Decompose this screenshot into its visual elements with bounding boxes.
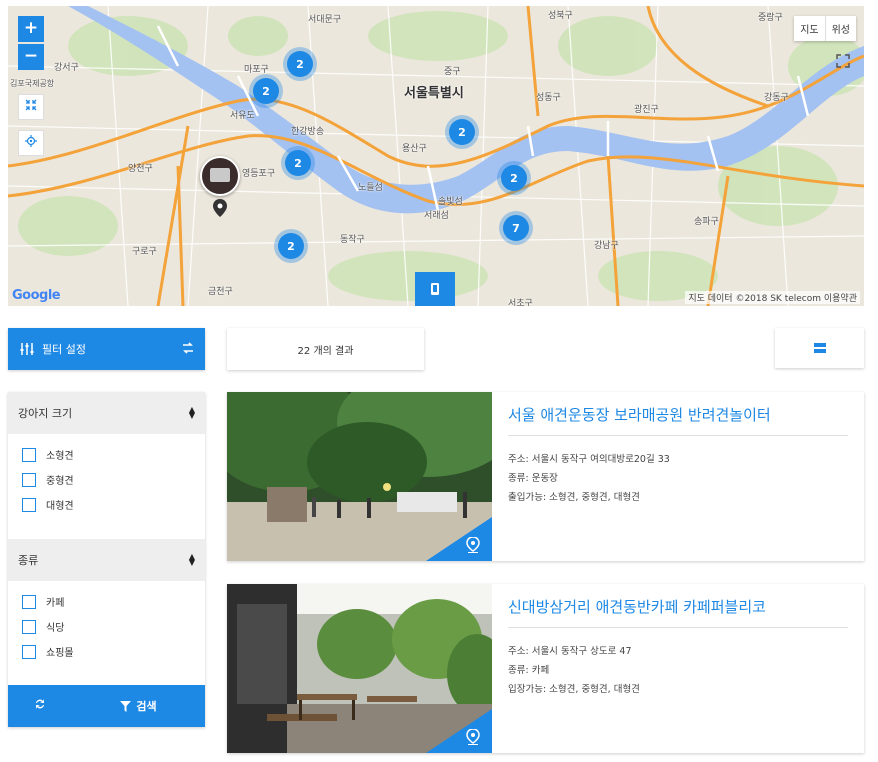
location-pin-icon[interactable] (466, 537, 480, 553)
result-card[interactable]: 서울 애견운동장 보라매공원 반려견놀이터 주소: 서울시 동작구 여의대방로2… (227, 392, 864, 561)
checkbox-icon[interactable] (22, 594, 36, 609)
map-label: 서대문구 (308, 15, 342, 25)
result-count: 22 개의 결과 (227, 328, 424, 370)
map-label: 강서구 (54, 63, 79, 73)
map-label: 노들섬 (358, 183, 383, 193)
map-label: 중랑구 (758, 13, 783, 23)
map-label: 중구 (444, 67, 461, 77)
map-label: 서유도 (230, 111, 255, 121)
map-label: 광진구 (634, 105, 659, 115)
card-access: 출입가능: 소형견, 중형견, 대형견 (508, 492, 640, 503)
card-thumbnail[interactable] (227, 584, 492, 753)
map-background (8, 6, 864, 306)
map-pin-icon[interactable] (213, 199, 227, 217)
map-cluster[interactable]: 2 (445, 115, 479, 149)
filter-funnel-icon (120, 700, 132, 712)
map-label: 성동구 (536, 93, 561, 103)
card-corner-badge (426, 709, 492, 753)
card-title[interactable]: 서울 애견운동장 보라매공원 반려견놀이터 (508, 404, 848, 436)
checkbox-icon[interactable] (22, 619, 36, 634)
map-label: 김포국제공항 (10, 79, 55, 88)
section-title: 종류 (18, 554, 39, 567)
reset-button[interactable] (8, 698, 72, 714)
map-label: 강남구 (594, 241, 619, 251)
map-label: 금천구 (208, 287, 233, 297)
card-type: 종류: 운동장 (508, 473, 558, 484)
checkbox-icon[interactable] (22, 447, 36, 462)
fullscreen-icon[interactable] (834, 54, 852, 72)
card-thumbnail[interactable] (227, 392, 492, 561)
filter-footer: 검색 (8, 685, 205, 727)
map-city-label: 서울특별시 (404, 86, 464, 101)
card-corner-badge (426, 517, 492, 561)
google-logo: Google (12, 288, 61, 303)
locate-icon[interactable] (18, 130, 44, 156)
card-title[interactable]: 신대방삼거리 애견동반카페 카페퍼블리코 (508, 596, 848, 628)
photo-marker[interactable] (200, 156, 240, 196)
list-view-button[interactable] (775, 328, 864, 368)
collapse-icon[interactable] (18, 94, 44, 120)
zoom-in-button[interactable]: + (18, 16, 44, 42)
map-label: 강동구 (764, 93, 789, 103)
checkbox-shopping-mall[interactable]: 쇼핑몰 (22, 639, 191, 664)
card-address: 주소: 서울시 동작구 여의대방로20길 33 (508, 454, 670, 465)
map-label: 용산구 (402, 144, 427, 154)
section-header-category[interactable]: 종류 ▲ ▼ (8, 539, 205, 581)
map-label: 솔빛섬 (438, 197, 463, 207)
card-access: 입장가능: 소형견, 중형견, 대형견 (508, 684, 640, 695)
checkbox-icon[interactable] (22, 472, 36, 487)
swap-icon[interactable] (181, 341, 195, 358)
map-attribution[interactable]: 지도 데이터 ©2018 SK telecom 이용약관 (685, 291, 860, 304)
map[interactable]: 서대문구 마포구 강서구 김포국제공항 서유도 한강방송 용산구 중구 성동구 … (8, 6, 864, 306)
map-cluster[interactable]: 7 (499, 211, 533, 245)
checkbox-medium-dog[interactable]: 중형견 (22, 467, 191, 492)
section-title: 강아지 크기 (18, 407, 73, 420)
map-label: 성북구 (548, 11, 573, 21)
map-label: 양천구 (128, 164, 153, 174)
location-pin-icon[interactable] (466, 729, 480, 745)
filter-header: 필터 설정 (8, 328, 205, 370)
search-button[interactable]: 검색 (72, 698, 205, 714)
map-cluster[interactable]: 2 (281, 146, 315, 180)
map-label: 서래섬 (424, 211, 449, 221)
card-address: 주소: 서울시 동작구 상도로 47 (508, 646, 632, 657)
map-cluster[interactable]: 2 (274, 229, 308, 263)
map-type-satellite-button[interactable]: 위성 (826, 16, 856, 41)
search-label: 검색 (136, 700, 157, 713)
map-cluster[interactable]: 2 (497, 161, 531, 195)
sort-arrows-icon: ▲ ▼ (188, 552, 195, 567)
zoom-out-button[interactable]: − (18, 44, 44, 70)
map-type-toggle: 지도 위성 (794, 16, 856, 41)
refresh-icon (36, 699, 44, 709)
map-label: 구로구 (132, 247, 157, 257)
checkbox-icon[interactable] (22, 497, 36, 512)
map-label: 영등포구 (242, 169, 276, 179)
filter-settings-label: 필터 설정 (42, 343, 86, 356)
map-label: 서초구 (508, 299, 533, 306)
map-type-map-button[interactable]: 지도 (794, 16, 826, 41)
map-label: 송파구 (694, 217, 719, 227)
checkbox-small-dog[interactable]: 소형견 (22, 442, 191, 467)
list-view-icon (813, 343, 826, 353)
checkbox-icon[interactable] (22, 644, 36, 659)
checkbox-large-dog[interactable]: 대형견 (22, 492, 191, 517)
section-header-dog-size[interactable]: 강아지 크기 ▲ ▼ (8, 392, 205, 434)
map-label: 동작구 (340, 235, 365, 245)
checkbox-restaurant[interactable]: 식당 (22, 614, 191, 639)
phone-icon[interactable] (415, 272, 455, 306)
filter-settings-button[interactable]: 필터 설정 (8, 341, 86, 357)
sliders-icon (20, 343, 34, 355)
map-label: 한강방송 (291, 127, 325, 137)
result-card[interactable]: 신대방삼거리 애견동반카페 카페퍼블리코 주소: 서울시 동작구 상도로 47 … (227, 584, 864, 753)
filter-panel: 강아지 크기 ▲ ▼ 소형견 중형견 대형견 종류 ▲ ▼ 카페 식당 쇼핑몰 검색 (8, 392, 205, 727)
sort-arrows-icon: ▲ ▼ (188, 405, 195, 420)
map-cluster[interactable]: 2 (283, 47, 317, 81)
card-type: 종류: 카페 (508, 665, 550, 676)
map-cluster[interactable]: 2 (249, 74, 283, 108)
checkbox-cafe[interactable]: 카페 (22, 589, 191, 614)
